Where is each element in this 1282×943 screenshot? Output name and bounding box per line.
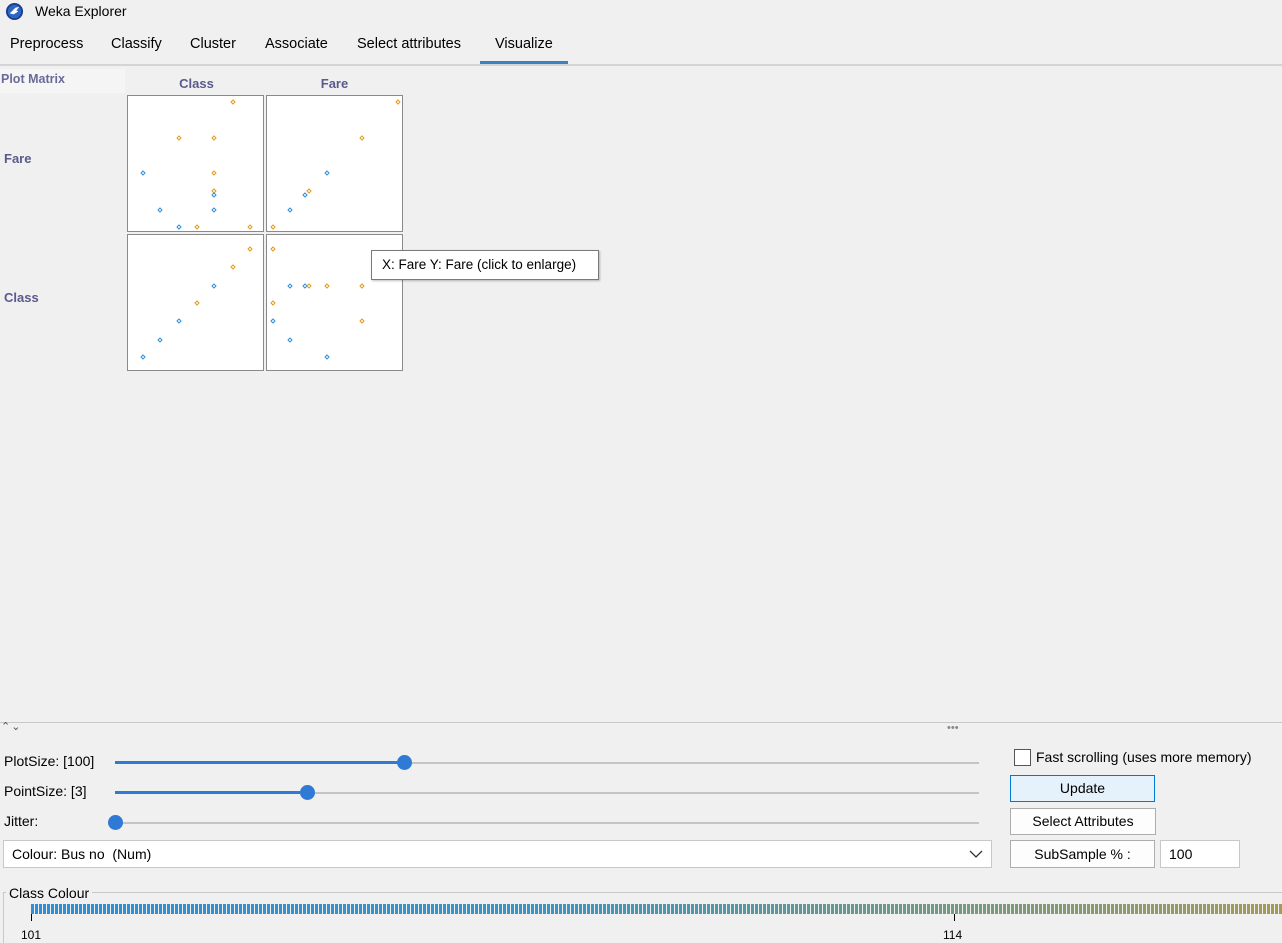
scatter-point [270, 246, 276, 252]
colour-select-value: Colour: Bus no (Num) [12, 846, 152, 862]
weka-bird-icon [5, 2, 24, 21]
scatter-point [211, 135, 217, 141]
slider-thumb[interactable] [299, 785, 315, 800]
scatter-point [324, 283, 330, 289]
scatter-point [270, 300, 276, 306]
tab-classify[interactable]: Classify [96, 28, 177, 64]
jitter-slider[interactable] [108, 815, 979, 831]
tab-cluster[interactable]: Cluster [175, 28, 251, 64]
scatter-point [324, 354, 330, 360]
column-label-fare: Fare [320, 76, 349, 91]
scatter-cell-class-vs-class[interactable] [127, 234, 264, 371]
colour-tick-min [31, 914, 32, 921]
update-button[interactable]: Update [1010, 775, 1155, 802]
scatter-point [287, 283, 293, 289]
tab-bar: Preprocess Classify Cluster Associate Se… [0, 28, 1282, 66]
tab-preprocess[interactable]: Preprocess [0, 28, 98, 64]
scatter-point [157, 207, 163, 213]
scatter-point [194, 300, 200, 306]
scatter-point [176, 135, 182, 141]
plot-size-label: PlotSize: [100] [4, 753, 95, 769]
collapse-arrows-icon[interactable]: ⌃⌄ [1, 720, 21, 733]
column-label-class: Class [179, 76, 214, 91]
scatter-point [287, 207, 293, 213]
plot-matrix-panel: Plot Matrix Class Fare Fare Class [0, 67, 1282, 722]
window-title: Weka Explorer [35, 3, 127, 19]
tab-associate[interactable]: Associate [250, 28, 343, 64]
fast-scrolling-label: Fast scrolling (uses more memory) [1036, 749, 1252, 765]
scatter-point [359, 283, 365, 289]
scatter-point [270, 318, 276, 324]
scatter-plot-class-fare [140, 99, 253, 230]
scatter-point [140, 170, 146, 176]
colour-tick-mid [954, 914, 955, 921]
scatter-point [211, 207, 217, 213]
slider-thumb[interactable] [397, 755, 413, 770]
scatter-point [306, 188, 312, 194]
plot-matrix-title: Plot Matrix [0, 69, 125, 93]
slider-track [115, 822, 979, 824]
scatter-plot-class-class [140, 246, 253, 360]
slider-thumb[interactable] [108, 815, 123, 830]
scatter-point [395, 99, 401, 105]
scatter-cell-class-vs-fare[interactable] [127, 95, 264, 232]
scatter-plot-fare-fare [270, 99, 401, 230]
scatter-point [176, 224, 182, 230]
select-attributes-button[interactable]: Select Attributes [1010, 808, 1156, 835]
colour-tick-label-min: 101 [21, 928, 42, 942]
tab-visualize[interactable]: Visualize [480, 28, 568, 64]
scatter-point [287, 337, 293, 343]
scatter-point [247, 246, 253, 252]
row-label-class: Class [4, 290, 39, 305]
scatter-point [211, 170, 217, 176]
colour-select[interactable]: Colour: Bus no (Num) [3, 840, 992, 868]
class-colour-title: Class Colour [6, 885, 93, 901]
scatter-point [140, 354, 146, 360]
scatter-point [230, 264, 236, 270]
scatter-point [211, 192, 217, 198]
jitter-label: Jitter: [4, 813, 39, 829]
scatter-point [176, 318, 182, 324]
splitter-grip-icon[interactable]: ••• [947, 722, 959, 734]
tab-select-attributes[interactable]: Select attributes [342, 28, 476, 64]
scatter-point [211, 283, 217, 289]
class-colour-panel [3, 892, 1282, 943]
scatter-point [359, 318, 365, 324]
scatter-point [324, 170, 330, 176]
panel-splitter[interactable]: ⌃⌄ ••• [0, 720, 1282, 734]
slider-fill [115, 761, 405, 764]
scatter-point [302, 192, 308, 198]
cell-tooltip: X: Fare Y: Fare (click to enlarge) [371, 250, 599, 280]
class-colour-bar [31, 904, 1282, 914]
point-size-label: PointSize: [3] [4, 783, 87, 799]
scatter-point [157, 337, 163, 343]
scatter-point [247, 224, 253, 230]
chevron-down-icon[interactable] [969, 849, 983, 859]
plot-size-slider[interactable] [115, 755, 979, 771]
row-label-fare: Fare [4, 151, 32, 166]
subsample-input[interactable]: 100 [1160, 840, 1240, 868]
scatter-point [270, 224, 276, 230]
scatter-cell-fare-vs-fare[interactable] [266, 95, 403, 232]
fast-scrolling-checkbox[interactable] [1014, 749, 1031, 766]
slider-fill [115, 791, 307, 794]
scatter-point [194, 224, 200, 230]
point-size-slider[interactable] [115, 785, 979, 801]
scatter-point [359, 135, 365, 141]
scatter-point [230, 99, 236, 105]
colour-tick-label-mid: 114 [943, 928, 963, 942]
scatter-point [306, 283, 312, 289]
title-bar: Weka Explorer [0, 0, 1282, 24]
subsample-button[interactable]: SubSample % : [1010, 840, 1155, 868]
